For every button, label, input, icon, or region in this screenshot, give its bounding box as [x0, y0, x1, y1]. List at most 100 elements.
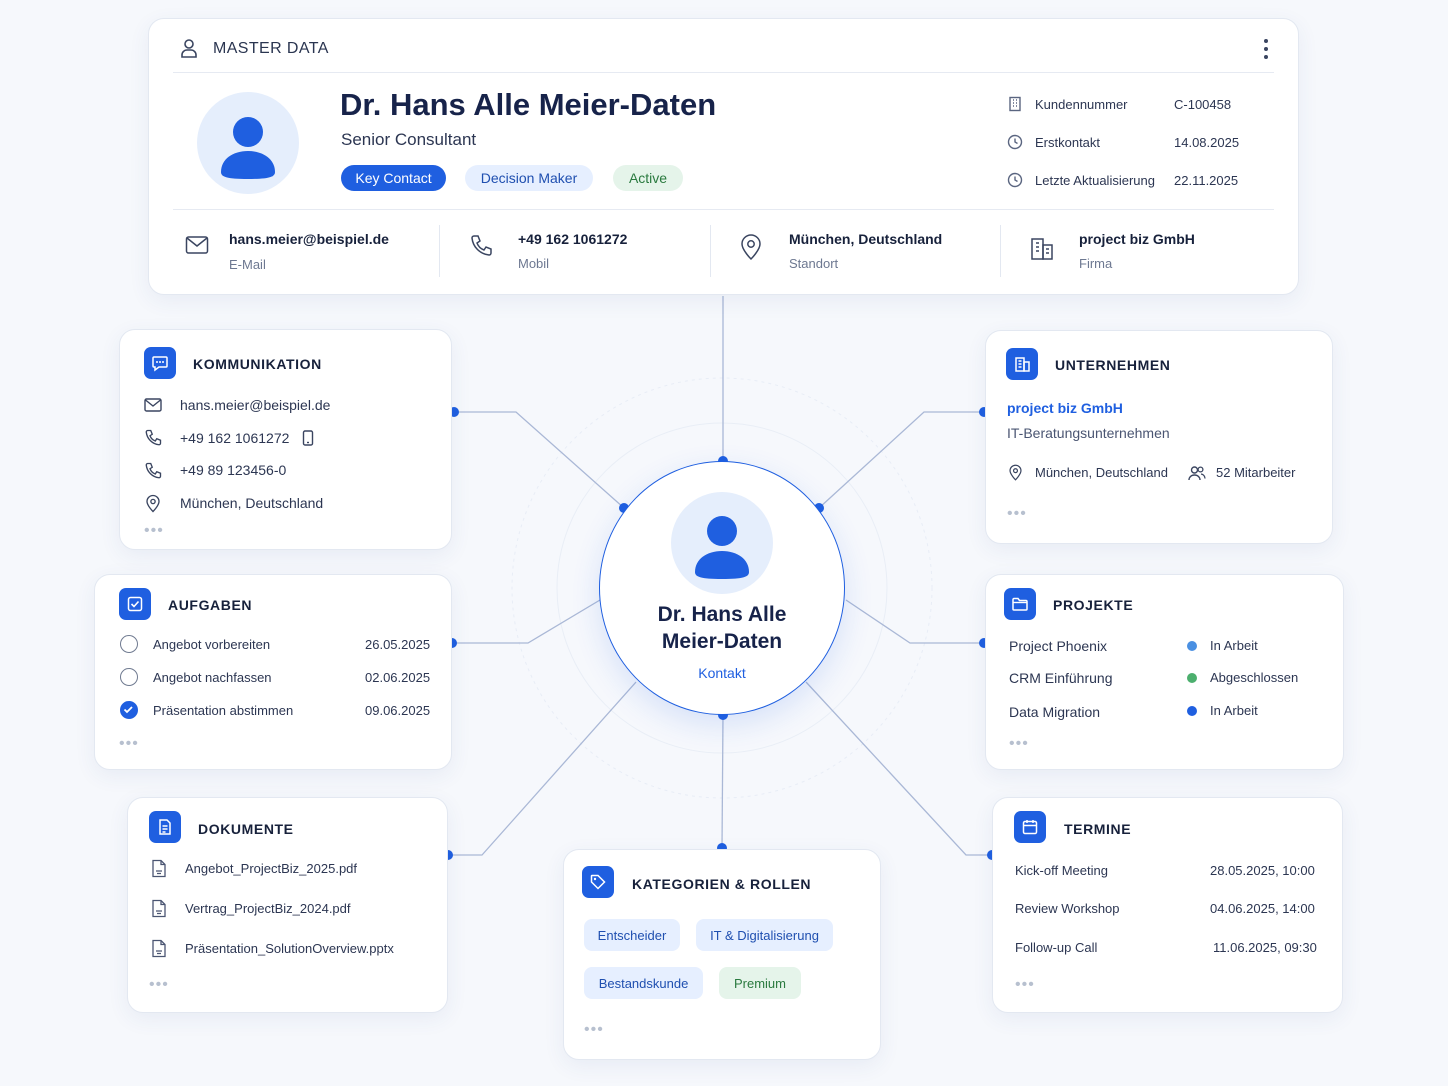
project-status: Abgeschlossen — [1210, 670, 1299, 685]
document-file[interactable]: Angebot_ProjectBiz_2025.pdf — [185, 861, 357, 876]
contact-phone-label: Mobil — [518, 256, 550, 271]
task-label: Angebot nachfassen — [153, 670, 272, 685]
dokumente-card: DOKUMENTE Angebot_ProjectBiz_2025.pdf Ve… — [127, 797, 448, 1013]
folder-icon — [1004, 588, 1036, 620]
user-icon — [181, 39, 197, 58]
unternehmen-location: München, Deutschland — [1035, 465, 1168, 480]
kommunikation-email[interactable]: hans.meier@beispiel.de — [180, 397, 330, 413]
status-dot — [1187, 641, 1197, 651]
center-name-line1: Dr. Hans Alle — [657, 603, 787, 626]
document-file[interactable]: Vertrag_ProjectBiz_2024.pdf — [185, 901, 351, 916]
file-icon — [152, 899, 166, 918]
category-chip[interactable]: IT & Digitalisierung — [696, 919, 833, 951]
tag-decision-maker[interactable]: Decision Maker — [465, 165, 593, 191]
calendar-icon — [1014, 811, 1046, 843]
clock-icon — [1007, 172, 1023, 188]
event-datetime: 28.05.2025, 10:00 — [1210, 863, 1315, 878]
users-icon — [1188, 466, 1206, 481]
mail-icon — [144, 398, 162, 412]
avatar — [197, 92, 299, 194]
center-role: Kontakt — [698, 665, 746, 681]
user-avatar-icon — [695, 516, 749, 579]
projekte-title: PROJEKTE — [1053, 597, 1134, 613]
more-dots[interactable]: ••• — [1009, 736, 1029, 752]
kommunikation-title: KOMMUNIKATION — [193, 356, 322, 372]
status-dot — [1187, 706, 1197, 716]
aufgaben-card: AUFGABEN Angebot vorbereiten 26.05.2025 … — [94, 574, 452, 770]
more-dots[interactable]: ••• — [144, 523, 164, 539]
phone-icon — [145, 429, 162, 446]
divider — [710, 225, 711, 277]
kommunikation-mobile[interactable]: +49 162 1061272 — [180, 430, 289, 446]
project-status: In Arbeit — [1210, 638, 1258, 653]
tag-key-contact[interactable]: Key Contact — [341, 165, 446, 191]
center-avatar — [671, 492, 773, 594]
location-icon — [1009, 464, 1022, 481]
event-datetime: 11.06.2025, 09:30 — [1213, 940, 1317, 955]
contact-email[interactable]: hans.meier@beispiel.de — [229, 231, 389, 247]
meta-value-erstkontakt: 14.08.2025 — [1174, 135, 1240, 150]
event-name[interactable]: Kick-off Meeting — [1015, 863, 1108, 878]
phone-icon — [145, 462, 162, 479]
user-avatar-icon — [221, 117, 275, 179]
more-dots[interactable]: ••• — [584, 1022, 604, 1038]
contact-location: München, Deutschland — [789, 231, 943, 247]
task-checkbox[interactable] — [120, 635, 138, 653]
mobile-icon — [302, 430, 314, 446]
event-datetime: 04.06.2025, 14:00 — [1210, 901, 1315, 916]
meta-label-kundennummer: Kundennummer — [1035, 97, 1128, 112]
more-dots[interactable]: ••• — [1007, 506, 1027, 522]
event-name[interactable]: Review Workshop — [1015, 901, 1120, 916]
project-name[interactable]: Data Migration — [1009, 704, 1100, 720]
check-icon — [123, 706, 133, 714]
location-icon — [741, 234, 761, 261]
project-name[interactable]: Project Phoenix — [1009, 638, 1107, 654]
unternehmen-description: IT-Beratungsunternehmen — [1007, 425, 1170, 441]
more-options-icon[interactable] — [1259, 37, 1273, 61]
document-icon — [149, 811, 181, 843]
document-file[interactable]: Präsentation_SolutionOverview.pptx — [185, 941, 394, 956]
master-data-card: MASTER DATA Dr. Hans Alle Meier-Daten Se… — [148, 18, 1299, 295]
file-icon — [152, 939, 166, 958]
file-icon — [152, 859, 166, 878]
status-dot — [1187, 673, 1197, 683]
event-name[interactable]: Follow-up Call — [1015, 940, 1097, 955]
task-date: 09.06.2025 — [365, 703, 431, 718]
center-contact-node[interactable]: Dr. Hans Alle Meier-Daten Kontakt — [599, 461, 845, 715]
kommunikation-card: KOMMUNIKATION hans.meier@beispiel.de +49… — [119, 329, 452, 550]
project-status: In Arbeit — [1210, 703, 1258, 718]
clock-icon — [1007, 134, 1023, 150]
more-dots[interactable]: ••• — [1015, 977, 1035, 993]
contact-phone[interactable]: +49 162 1061272 — [518, 231, 627, 247]
divider — [439, 225, 440, 277]
task-checkbox-checked[interactable] — [120, 701, 138, 719]
task-checkbox[interactable] — [120, 668, 138, 686]
task-date: 26.05.2025 — [365, 637, 431, 652]
unternehmen-employees: 52 Mitarbeiter — [1216, 465, 1296, 480]
kategorien-card: KATEGORIEN & ROLLEN Entscheider IT & Dig… — [563, 849, 881, 1060]
job-title: Senior Consultant — [341, 130, 477, 149]
center-name-line2: Meier-Daten — [661, 630, 783, 653]
category-chip[interactable]: Entscheider — [584, 919, 680, 951]
category-chip-premium[interactable]: Premium — [719, 967, 801, 999]
kommunikation-landline[interactable]: +49 89 123456-0 — [180, 462, 286, 478]
building-icon — [1031, 238, 1053, 260]
tag-active[interactable]: Active — [613, 165, 683, 191]
more-dots[interactable]: ••• — [119, 736, 139, 752]
divider — [173, 72, 1274, 73]
more-dots[interactable]: ••• — [149, 977, 169, 993]
unternehmen-company-name[interactable]: project biz GmbH — [1007, 400, 1123, 416]
category-chip[interactable]: Bestandskunde — [584, 967, 703, 999]
termine-title: TERMINE — [1064, 821, 1132, 837]
dokumente-title: DOKUMENTE — [198, 821, 294, 837]
contact-location-label: Standort — [789, 256, 839, 271]
project-name[interactable]: CRM Einführung — [1009, 670, 1113, 686]
building-icon — [1006, 348, 1038, 380]
projekte-card: PROJEKTE Project Phoenix In Arbeit CRM E… — [985, 574, 1344, 770]
meta-label-letzte-aktualisierung: Letzte Aktualisierung — [1035, 173, 1155, 188]
contact-company-label: Firma — [1079, 256, 1113, 271]
contact-company[interactable]: project biz GmbH — [1079, 231, 1195, 247]
divider — [1000, 225, 1001, 277]
task-date: 02.06.2025 — [365, 670, 431, 685]
task-label: Präsentation abstimmen — [153, 703, 294, 718]
